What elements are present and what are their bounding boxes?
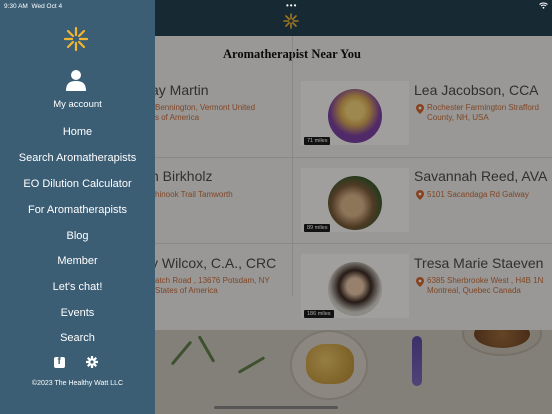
menu-item-member[interactable]: Member [0,255,155,267]
status-bar: 9:30 AM Wed Oct 4 ••• [0,0,552,14]
side-drawer: My account Home Search Aromatherapists E… [0,0,155,414]
menu-item-lets-chat[interactable]: Let's chat! [0,281,155,293]
menu-item-events[interactable]: Events [0,307,155,319]
status-time: 9:30 AM Wed Oct 4 [4,3,63,10]
copyright-text: ©2023 The Healthy Watt LLC [31,380,124,387]
overlay-scrim[interactable] [155,0,552,414]
my-account-link[interactable]: My account [0,99,155,110]
menu-item-search-aromatherapists[interactable]: Search Aromatherapists [0,152,155,164]
logo-icon [63,26,89,52]
gear-icon[interactable] [86,356,98,368]
facebook-icon[interactable]: f [54,356,65,368]
menu-item-search[interactable]: Search [0,332,155,344]
menu-item-for-aromatherapists[interactable]: For Aromatherapists [0,204,155,216]
wifi-icon [539,2,548,9]
menu-item-blog[interactable]: Blog [0,230,155,242]
menu-item-home[interactable]: Home [0,126,155,138]
user-icon[interactable] [65,69,87,91]
more-dots-icon[interactable]: ••• [286,1,297,10]
home-indicator[interactable] [214,406,338,409]
menu-item-eo-dilution-calculator[interactable]: EO Dilution Calculator [0,178,155,190]
